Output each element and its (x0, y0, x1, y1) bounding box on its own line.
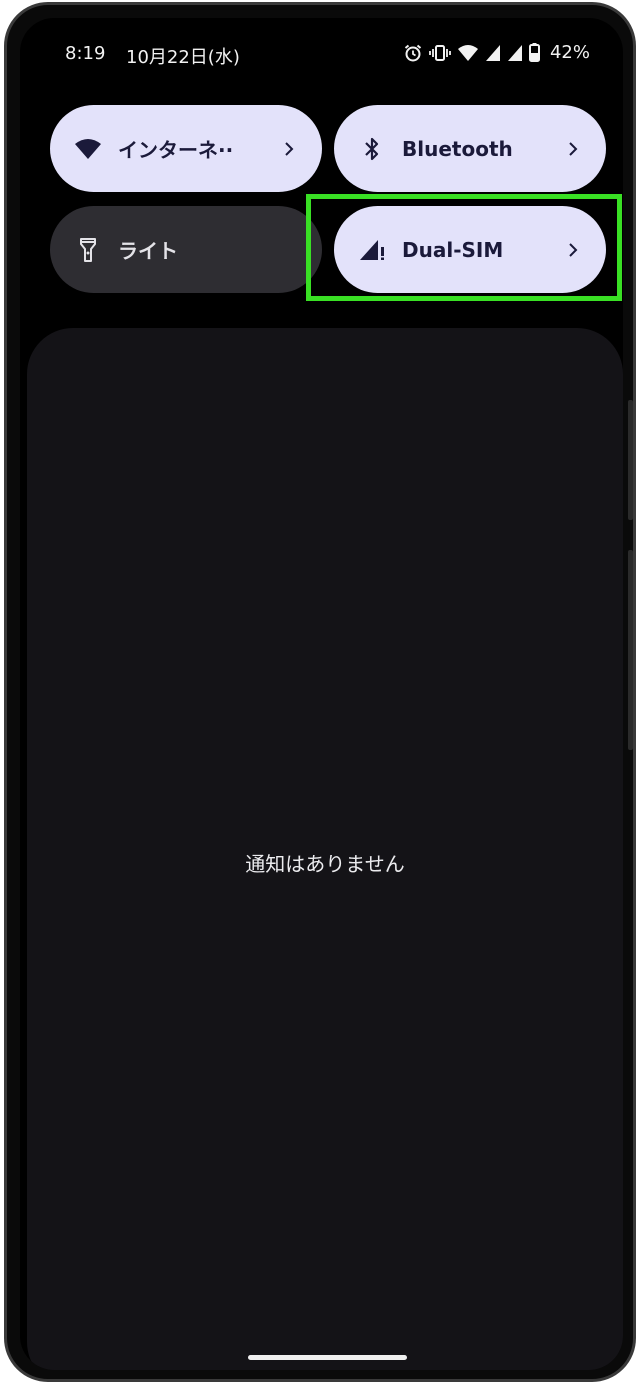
chevron-right-icon (280, 140, 298, 158)
highlight-box (306, 194, 622, 301)
no-notifications-text: 通知はありません (245, 852, 405, 876)
home-indicator[interactable] (248, 1355, 407, 1360)
tile-flashlight[interactable]: ライト (50, 206, 322, 293)
battery-icon (528, 43, 540, 62)
power-button (628, 400, 633, 520)
bluetooth-icon (358, 135, 386, 163)
tile-internet-label: インターネ·· (118, 138, 234, 162)
alarm-icon (403, 43, 423, 63)
chevron-right-icon (564, 140, 582, 158)
status-date: 10月22日(水) (126, 47, 240, 68)
notification-panel: 通知はありません (27, 328, 623, 1370)
status-time: 8:19 (65, 43, 106, 64)
tile-bluetooth[interactable]: Bluetooth (334, 105, 606, 192)
flashlight-icon (74, 236, 102, 264)
screen: 8:19 10月22日(水) 42% インターネ·· Bluetooth ライト… (20, 18, 623, 1370)
tile-bluetooth-label: Bluetooth (402, 136, 513, 161)
status-bar: 8:19 10月22日(水) 42% (20, 18, 623, 92)
wifi-icon (74, 135, 102, 163)
signal-icon (485, 44, 501, 62)
status-icons: 42% (403, 42, 590, 63)
wifi-icon (457, 44, 479, 62)
tile-flashlight-label: ライト (118, 239, 178, 263)
vibrate-icon (429, 43, 451, 63)
tile-internet[interactable]: インターネ·· (50, 105, 322, 192)
phone-frame: 8:19 10月22日(水) 42% インターネ·· Bluetooth ライト… (4, 2, 636, 1382)
signal-icon (507, 44, 523, 62)
battery-percent: 42% (549, 42, 590, 63)
volume-button (628, 550, 633, 750)
